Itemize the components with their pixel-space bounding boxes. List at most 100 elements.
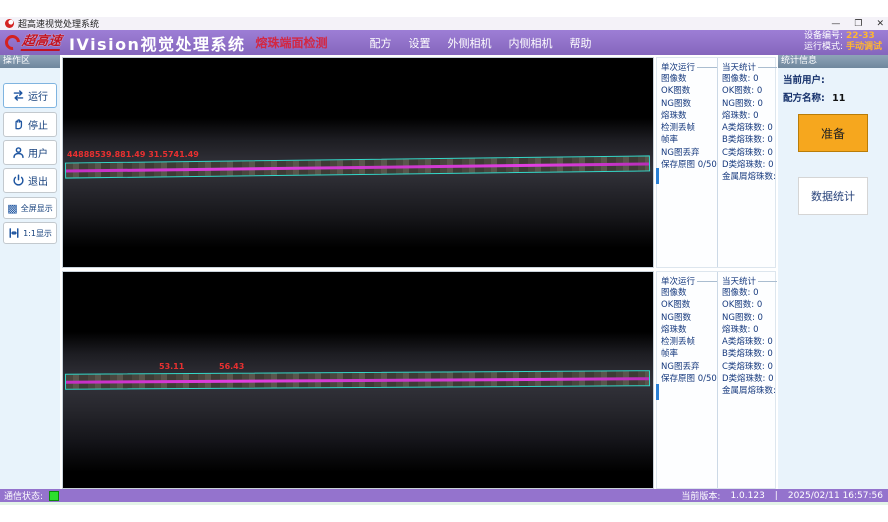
power-icon [12, 174, 25, 187]
single-run-column: 单次运行 图像数 OK图数 NG图数 熔珠数 检测丢帧 帧率 NG图丢弃 保存原… [657, 272, 717, 488]
operation-panel-header: 操作区 [0, 55, 60, 68]
run-mode-label: 运行模式: [804, 42, 843, 52]
statistics-panel-header: 统计信息 [778, 55, 888, 68]
run-button[interactable]: 运行 [3, 83, 57, 108]
stat-row: 金属屑熔珠数: 0 [722, 171, 777, 183]
stat-row: 图像数 [661, 287, 717, 299]
recipe-name-value: 11 [832, 93, 845, 104]
app-header: 超高速 IVision视觉处理系统 熔珠端面检测 配方 设置 外侧相机 内侧相机… [0, 30, 888, 55]
measure-line [66, 162, 649, 172]
version-label: 当前版本: [681, 489, 720, 502]
stat-row: C类熔珠数: 0 [722, 147, 777, 159]
maximize-button[interactable]: ❐ [854, 19, 862, 29]
fullscreen-icon: ▩ [7, 203, 17, 214]
stat-row: 图像数: 0 [722, 287, 777, 299]
menu-settings[interactable]: 设置 [408, 35, 430, 51]
separator: | [775, 491, 778, 501]
stat-row: 熔珠数 [661, 324, 717, 336]
stat-row: NG图数 [661, 98, 717, 110]
menu-recipe[interactable]: 配方 [369, 35, 391, 51]
stat-row: D类熔珠数: 0 [722, 159, 777, 171]
version-value: 1.0.123 [730, 491, 764, 501]
detection-roi-box [65, 370, 650, 390]
user-button-label: 用户 [28, 145, 48, 160]
today-stats-title: 当天统计 [722, 61, 777, 73]
measure-line [66, 377, 649, 384]
stat-row: NG图丢弃 [661, 361, 717, 373]
prepare-button[interactable]: 准备 [798, 114, 868, 152]
app-title: IVision视觉处理系统 [69, 31, 245, 55]
run-mode-value: 手动调试 [846, 42, 882, 52]
one-to-one-button-label: 1:1显示 [23, 228, 52, 239]
run-button-label: 运行 [28, 88, 48, 103]
camera-view-top: 44888539.881.49 31.5741.49 [62, 57, 654, 268]
main-menu: 配方 设置 外侧相机 内侧相机 帮助 [369, 35, 591, 51]
stop-button-label: 停止 [28, 117, 48, 132]
comm-status-indicator [49, 491, 59, 501]
exit-button[interactable]: 退出 [3, 168, 57, 193]
minimize-button[interactable]: — [831, 19, 840, 29]
stats-panel-top: 单次运行 图像数 OK图数 NG图数 熔珠数 检测丢帧 帧率 NG图丢弃 保存原… [656, 57, 776, 268]
recipe-name-row: 配方名称: 11 [783, 90, 888, 104]
app-subtitle: 熔珠端面检测 [255, 34, 327, 51]
comm-status-label: 通信状态: [4, 489, 43, 502]
stat-row: A类熔珠数: 0 [722, 122, 777, 134]
stat-row: 帧率 [661, 134, 717, 146]
titlebar: 超高速视觉处理系统 — ❐ ✕ [0, 17, 888, 30]
data-statistics-button[interactable]: 数据统计 [798, 177, 868, 215]
recipe-name-label: 配方名称: [783, 93, 825, 104]
today-stats-column: 当天统计 图像数: 0 OK图数: 0 NG图数: 0 熔珠数: 0 A类熔珠数… [717, 272, 777, 488]
splitter-accent [656, 384, 659, 400]
one-to-one-icon [8, 227, 20, 239]
menu-outer-camera[interactable]: 外侧相机 [447, 35, 491, 51]
stat-row: B类熔珠数: 0 [722, 134, 777, 146]
stat-row: C类熔珠数: 0 [722, 361, 777, 373]
stat-row: B类熔珠数: 0 [722, 348, 777, 360]
current-user-row: 当前用户: [783, 72, 888, 86]
measurement-annotation: 53.11 [159, 362, 184, 371]
user-icon [12, 146, 25, 159]
today-stats-title: 当天统计 [722, 275, 777, 287]
device-number-label: 设备编号: [804, 31, 843, 41]
fullscreen-button[interactable]: ▩ 全屏显示 [3, 197, 57, 219]
run-loop-icon [12, 89, 25, 102]
stat-row: 检测丢帧 [661, 122, 717, 134]
stat-row: NG图数 [661, 312, 717, 324]
single-run-title: 单次运行 [661, 61, 717, 73]
fullscreen-button-label: 全屏显示 [21, 203, 53, 214]
stat-row: 金属屑熔珠数: 0 [722, 385, 777, 397]
stop-button[interactable]: 停止 [3, 112, 57, 137]
close-button[interactable]: ✕ [876, 19, 884, 29]
stat-row: OK图数 [661, 299, 717, 311]
statusbar: 通信状态: 当前版本: 1.0.123 | 2025/02/11 16:57:5… [0, 489, 888, 502]
stat-row: 熔珠数: 0 [722, 324, 777, 336]
device-number-value: 22-33 [846, 31, 875, 41]
app-window: 超高速视觉处理系统 — ❐ ✕ 超高速 IVision视觉处理系统 熔珠端面检测… [0, 0, 888, 522]
stop-hand-icon [12, 118, 25, 131]
splitter-accent [656, 168, 659, 184]
stat-row: OK图数 [661, 85, 717, 97]
brand-logo-text: 超高速 [21, 35, 63, 51]
current-user-label: 当前用户: [783, 75, 825, 86]
stat-row: 熔珠数: 0 [722, 110, 777, 122]
bottom-strip [0, 502, 888, 505]
stat-row: 检测丢帧 [661, 336, 717, 348]
stat-row: OK图数: 0 [722, 299, 777, 311]
stat-row: NG图数: 0 [722, 98, 777, 110]
single-run-column: 单次运行 图像数 OK图数 NG图数 熔珠数 检测丢帧 帧率 NG图丢弃 保存原… [657, 58, 717, 267]
camera-view-bottom: 53.11 56.43 [62, 271, 654, 489]
stat-row: 帧率 [661, 348, 717, 360]
menu-inner-camera[interactable]: 内侧相机 [508, 35, 552, 51]
menu-help[interactable]: 帮助 [569, 35, 591, 51]
single-run-title: 单次运行 [661, 275, 717, 287]
stat-row: D类熔珠数: 0 [722, 373, 777, 385]
measurement-annotation: 44888539.881.49 31.5741.49 [67, 150, 199, 159]
stat-row: 保存原图 0/500 [661, 373, 717, 385]
stat-row: 图像数: 0 [722, 73, 777, 85]
stat-row: NG图数: 0 [722, 312, 777, 324]
datetime: 2025/02/11 16:57:56 [788, 491, 883, 501]
one-to-one-button[interactable]: 1:1显示 [3, 222, 57, 244]
user-button[interactable]: 用户 [3, 140, 57, 165]
today-stats-column: 当天统计 图像数: 0 OK图数: 0 NG图数: 0 熔珠数: 0 A类熔珠数… [717, 58, 777, 267]
stat-row: 熔珠数 [661, 110, 717, 122]
